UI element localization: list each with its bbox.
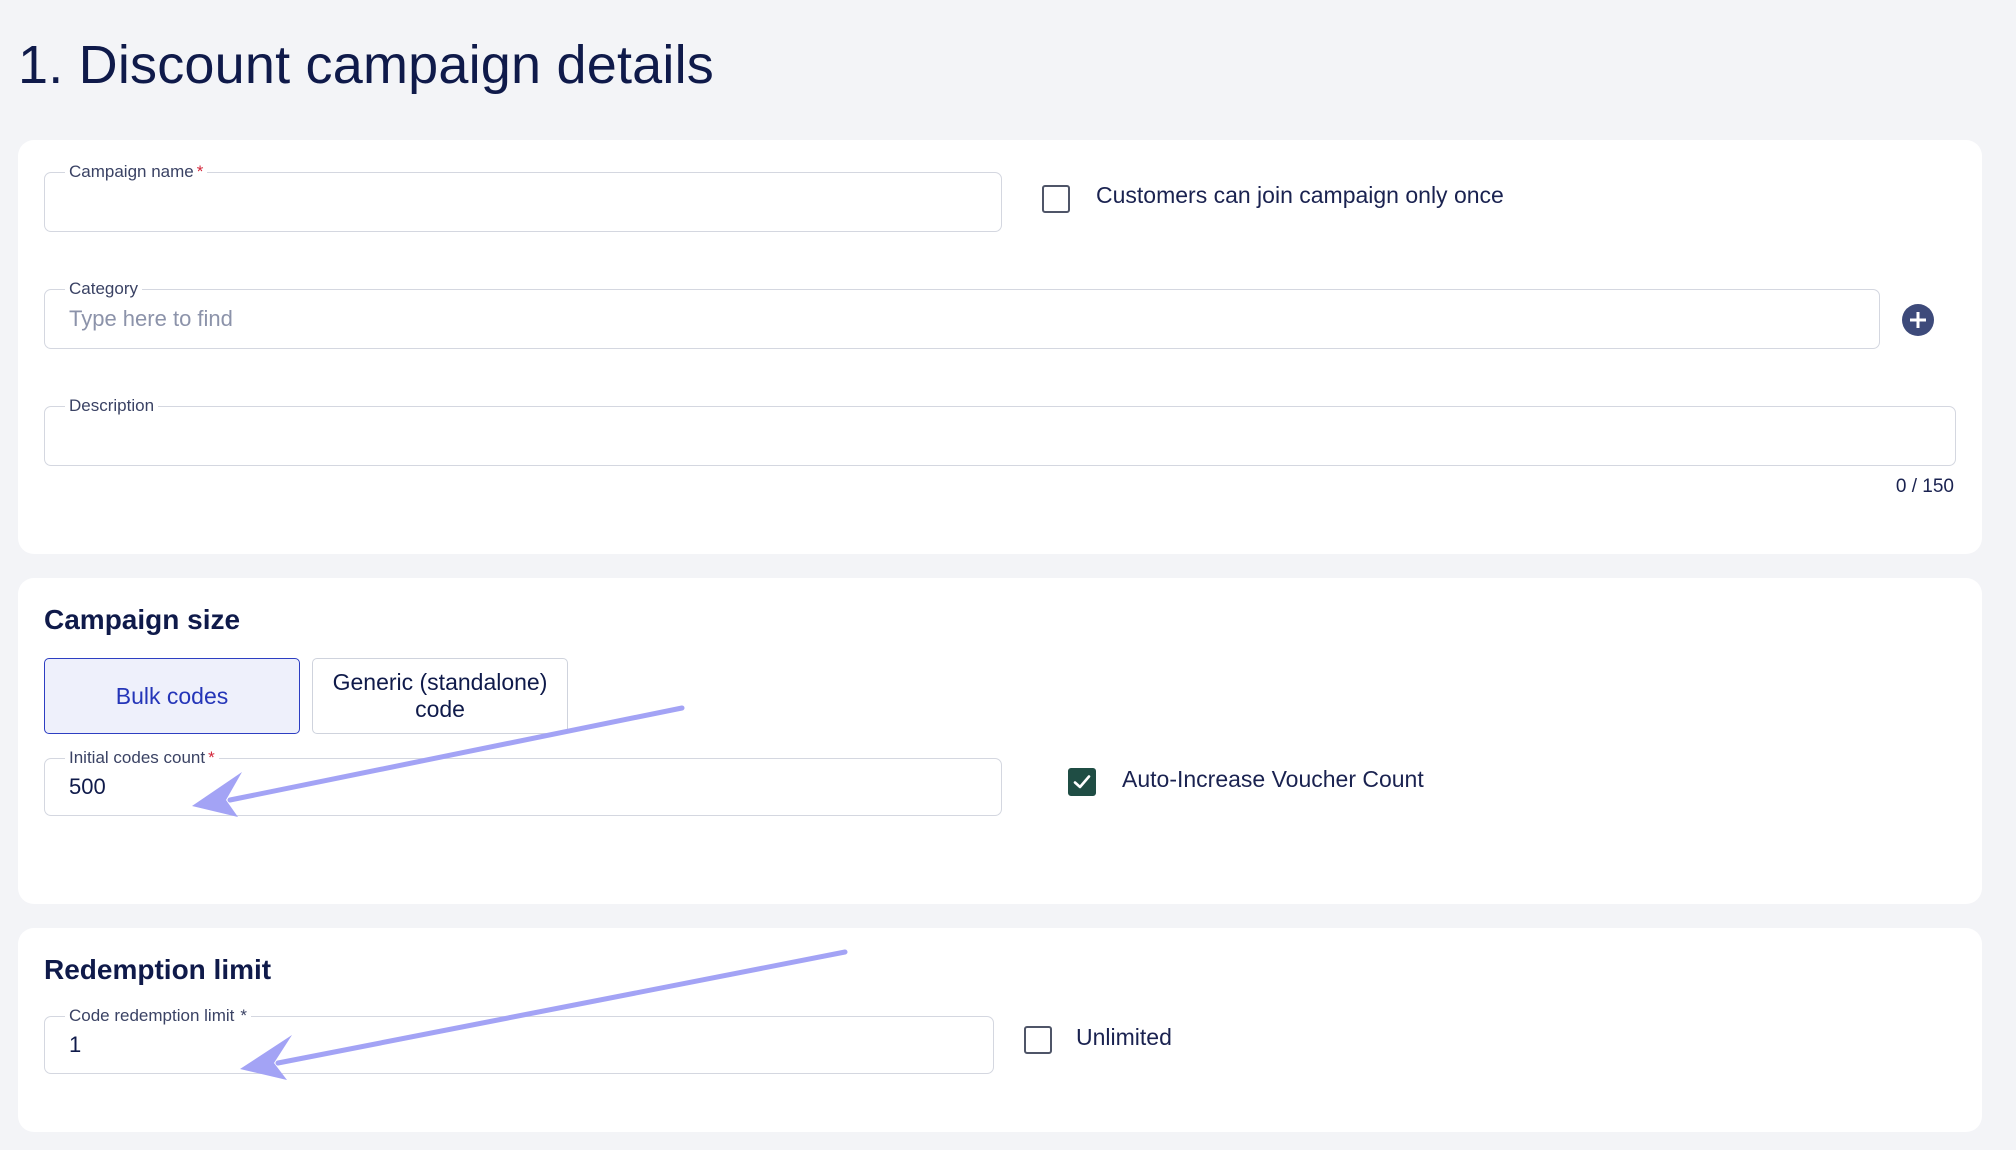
initial-codes-input[interactable] (69, 759, 985, 815)
auto-increase-checkbox[interactable] (1068, 768, 1096, 796)
page-title: 1. Discount campaign details (18, 35, 714, 95)
join-once-label: Customers can join campaign only once (1096, 182, 1504, 208)
check-icon (1073, 775, 1091, 789)
generic-code-button[interactable]: Generic (standalone) code (312, 658, 568, 734)
campaign-name-input[interactable] (69, 173, 985, 231)
initial-codes-field: Initial codes count * (44, 748, 1002, 816)
details-card: Campaign name * Customers can join campai… (18, 140, 1982, 554)
category-field: Category (44, 279, 1880, 349)
description-field: Description (44, 396, 1956, 466)
description-counter: 0 / 150 (1895, 476, 1954, 497)
code-limit-input[interactable] (69, 1017, 977, 1073)
redemption-limit-title: Redemption limit (44, 954, 272, 985)
campaign-size-card: Campaign size Bulk codes Generic (standa… (18, 578, 1982, 904)
campaign-size-title: Campaign size (44, 604, 241, 635)
unlimited-label: Unlimited (1076, 1024, 1172, 1050)
category-input[interactable] (69, 290, 1863, 348)
plus-circle-icon[interactable] (1902, 304, 1934, 336)
description-input[interactable] (69, 407, 1939, 465)
unlimited-checkbox[interactable] (1024, 1026, 1052, 1054)
redemption-limit-card: Redemption limit Code redemption limit * … (18, 928, 1982, 1132)
auto-increase-label: Auto-Increase Voucher Count (1122, 766, 1424, 792)
code-limit-field: Code redemption limit * (44, 1006, 994, 1074)
bulk-codes-button[interactable]: Bulk codes (44, 658, 300, 734)
join-once-checkbox[interactable] (1042, 185, 1070, 213)
campaign-name-field: Campaign name * (44, 162, 1002, 232)
page: 1. Discount campaign details Campaign na… (0, 0, 2016, 1150)
